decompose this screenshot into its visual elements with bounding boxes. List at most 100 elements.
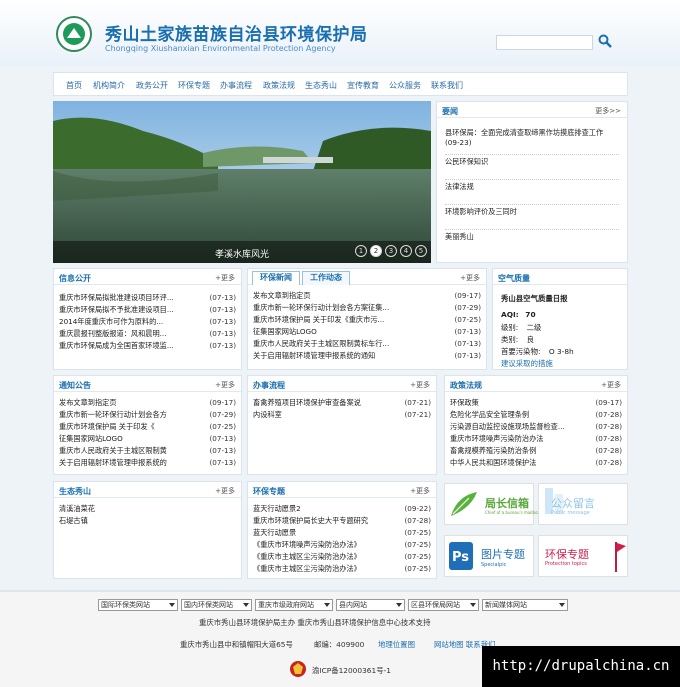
list-item[interactable]: 畜禽规模养殖污染防治条例 (07-28) bbox=[450, 446, 622, 458]
item-title[interactable]: 危险化学品安全管理条例 bbox=[450, 410, 529, 420]
list-item[interactable]: 《重庆市环境噪声污染防治办法》 (07-25) bbox=[253, 540, 431, 552]
list-item[interactable]: 重庆市人民政府关于主城区限制黄标车行... (07-13) bbox=[253, 339, 481, 351]
select-county-sites[interactable]: 县内网站 bbox=[336, 599, 405, 611]
list-item[interactable]: 重庆市环境保护局 关于印发《 (07-25) bbox=[59, 422, 236, 434]
list-item[interactable]: 重庆市环保局拟批准建设项目环评... (07-13) bbox=[59, 293, 236, 305]
item-title[interactable]: 征集国家网站LOGO bbox=[253, 327, 317, 337]
nav-item[interactable]: 宣传教育 bbox=[347, 80, 379, 91]
list-item[interactable]: 重庆市新一轮环保行动计划会各方 (07-29) bbox=[59, 410, 236, 422]
news-item[interactable]: 法律法规 bbox=[445, 179, 619, 192]
slide-dot[interactable]: 4 bbox=[400, 245, 412, 257]
list-item[interactable]: 关于启用辐射环境管理申报系统的 (07-13) bbox=[59, 458, 236, 470]
tab-work[interactable]: 工作动态 bbox=[302, 271, 350, 285]
item-title[interactable]: 重庆市环境保护局 关于印发《重庆市污... bbox=[253, 315, 384, 325]
nav-item[interactable]: 办事流程 bbox=[220, 80, 252, 91]
more-link[interactable]: +更多 bbox=[215, 273, 235, 283]
list-item[interactable]: 重庆市环保局成为全国首家环境监... (07-13) bbox=[59, 341, 236, 353]
list-item[interactable]: 发布文章到指定页 (09-17) bbox=[253, 291, 481, 303]
item-title[interactable]: 清溪油菜花 bbox=[59, 504, 95, 514]
list-item[interactable]: 蓝天行动愿景2 (09-22) bbox=[253, 504, 431, 516]
select-domestic-sites[interactable]: 国内环保类网站 bbox=[181, 599, 252, 611]
news-title[interactable]: 美丽秀山 bbox=[445, 232, 619, 242]
more-link[interactable]: +更多 bbox=[215, 380, 235, 390]
item-title[interactable]: 重庆晨报刊整版报道：风和晨明... bbox=[59, 329, 166, 339]
item-title[interactable]: 重庆市环保局拟不予批准建设项目... bbox=[59, 305, 174, 315]
measures-link[interactable]: 建议采取的措施 bbox=[501, 358, 553, 369]
list-item[interactable]: 重庆市人民政府关于主城区限制黄 (07-13) bbox=[59, 446, 236, 458]
list-item[interactable]: 清溪油菜花 bbox=[59, 504, 236, 516]
list-item[interactable]: 畜禽养殖项目环境保护审查备案说 (07-21) bbox=[253, 398, 431, 410]
item-title[interactable]: 《重庆市主城区尘污染防治办法》 bbox=[253, 564, 361, 574]
nav-item[interactable]: 公众服务 bbox=[389, 80, 421, 91]
item-title[interactable]: 2014年度重庆市可作为原料的... bbox=[59, 317, 163, 327]
more-link[interactable]: +更多 bbox=[601, 380, 621, 390]
list-item[interactable]: 污染源自动监控设施现场监督检查... (07-28) bbox=[450, 422, 622, 434]
location-map-link[interactable]: 地理位置图 bbox=[378, 639, 415, 650]
nav-item[interactable]: 首页 bbox=[66, 80, 82, 91]
list-item[interactable]: 蓝天行动愿景 (07-25) bbox=[253, 528, 431, 540]
item-title[interactable]: 畜禽规模养殖污染防治条例 bbox=[450, 446, 536, 456]
item-title[interactable]: 重庆市新一轮环保行动计划会各方 bbox=[59, 410, 167, 420]
item-title[interactable]: 关于启用辐射环境管理申报系统的通知 bbox=[253, 351, 375, 361]
list-item[interactable]: 重庆市新一轮环保行动计划会各方案征集... (07-29) bbox=[253, 303, 481, 315]
police-badge-icon[interactable] bbox=[289, 660, 307, 678]
news-item[interactable]: 公民环保知识 bbox=[445, 154, 619, 167]
director-mailbox-button[interactable]: 局长信箱 Chief of a bureau's mailbox bbox=[444, 483, 540, 525]
item-title[interactable]: 重庆市新一轮环保行动计划会各方案征集... bbox=[253, 303, 389, 313]
list-item[interactable]: 石堤古镇 bbox=[59, 516, 236, 528]
search-icon[interactable] bbox=[598, 34, 612, 48]
icp-number[interactable]: 渝ICP备12000361号-1 bbox=[312, 665, 391, 676]
list-item[interactable]: 危险化学品安全管理条例 (07-28) bbox=[450, 410, 622, 422]
item-title[interactable]: 《重庆市主城区尘污染防治办法》 bbox=[253, 552, 361, 562]
public-message-button[interactable]: 公众留言 Public message bbox=[538, 483, 628, 525]
list-item[interactable]: 重庆市环保局拟不予批准建设项目... (07-13) bbox=[59, 305, 236, 317]
news-title[interactable]: 县环保局：全面完成清查取缔黑作坊摸底排查工作 bbox=[445, 128, 619, 138]
slide-dot[interactable]: 3 bbox=[385, 245, 397, 257]
news-item[interactable]: 县环保局：全面完成清查取缔黑作坊摸底排查工作 (09-23) bbox=[445, 128, 619, 148]
nav-item[interactable]: 生态秀山 bbox=[305, 80, 337, 91]
list-item[interactable]: 征集国家网站LOGO (07-13) bbox=[253, 327, 481, 339]
more-link[interactable]: +更多 bbox=[215, 486, 235, 496]
list-item[interactable]: 内设科室 (07-21) bbox=[253, 410, 431, 422]
photo-topic-button[interactable]: Ps 图片专题 Specialpic bbox=[444, 535, 534, 577]
list-item[interactable]: 重庆市环境噪声污染防治办法 (07-28) bbox=[450, 434, 622, 446]
list-item[interactable]: 关于启用辐射环境管理申报系统的通知 (07-13) bbox=[253, 351, 481, 363]
item-title[interactable]: 蓝天行动愿景2 bbox=[253, 504, 301, 514]
list-item[interactable]: 征集国家网站LOGO (07-13) bbox=[59, 434, 236, 446]
list-item[interactable]: 《重庆市主城区尘污染防治办法》 (07-25) bbox=[253, 564, 431, 576]
item-title[interactable]: 《重庆市环境噪声污染防治办法》 bbox=[253, 540, 361, 550]
list-item[interactable]: 发布文章到指定页 (09-17) bbox=[59, 398, 236, 410]
item-title[interactable]: 重庆市环境噪声污染防治办法 bbox=[450, 434, 543, 444]
item-title[interactable]: 重庆市环境保护局 关于印发《 bbox=[59, 422, 155, 432]
more-link[interactable]: 更多>> bbox=[595, 106, 621, 116]
item-title[interactable]: 环保政策 bbox=[450, 398, 479, 408]
search-input[interactable] bbox=[496, 35, 593, 50]
news-title[interactable]: 法律法规 bbox=[445, 182, 619, 192]
item-title[interactable]: 重庆市人民政府关于主城区限制黄标车行... bbox=[253, 339, 389, 349]
news-title[interactable]: 环境影响评价及三同时 bbox=[445, 207, 619, 217]
item-title[interactable]: 重庆市人民政府关于主城区限制黄 bbox=[59, 446, 167, 456]
item-title[interactable]: 重庆市环保局成为全国首家环境监... bbox=[59, 341, 174, 351]
item-title[interactable]: 征集国家网站LOGO bbox=[59, 434, 123, 444]
item-title[interactable]: 污染源自动监控设施现场监督检查... bbox=[450, 422, 565, 432]
list-item[interactable]: 重庆市环境保护局长史大平专题研究 (07-28) bbox=[253, 516, 431, 528]
item-title[interactable]: 发布文章到指定页 bbox=[59, 398, 117, 408]
item-title[interactable]: 石堤古镇 bbox=[59, 516, 88, 526]
slide-dot-active[interactable]: 2 bbox=[370, 245, 382, 257]
item-title[interactable]: 内设科室 bbox=[253, 410, 282, 420]
list-item[interactable]: 环保政策 (09-17) bbox=[450, 398, 622, 410]
select-media-sites[interactable]: 新闻媒体网站 bbox=[482, 599, 568, 611]
news-item[interactable]: 美丽秀山 bbox=[445, 229, 619, 242]
item-title[interactable]: 发布文章到指定页 bbox=[253, 291, 311, 301]
item-title[interactable]: 蓝天行动愿景 bbox=[253, 528, 296, 538]
banner-slideshow[interactable]: 孝溪水库风光 1 2 3 4 5 bbox=[53, 101, 431, 263]
more-link[interactable]: +更多 bbox=[410, 380, 430, 390]
news-item[interactable]: 环境影响评价及三同时 bbox=[445, 204, 619, 217]
list-item[interactable]: 中华人民共和国环境保护法 (07-28) bbox=[450, 458, 622, 470]
nav-item[interactable]: 环保专题 bbox=[178, 80, 210, 91]
slide-dot[interactable]: 1 bbox=[355, 245, 367, 257]
nav-item[interactable]: 机构简介 bbox=[93, 80, 125, 91]
site-logo[interactable] bbox=[56, 16, 92, 52]
list-item[interactable]: 重庆晨报刊整版报道：风和晨明... (07-13) bbox=[59, 329, 236, 341]
item-title[interactable]: 中华人民共和国环境保护法 bbox=[450, 458, 536, 468]
